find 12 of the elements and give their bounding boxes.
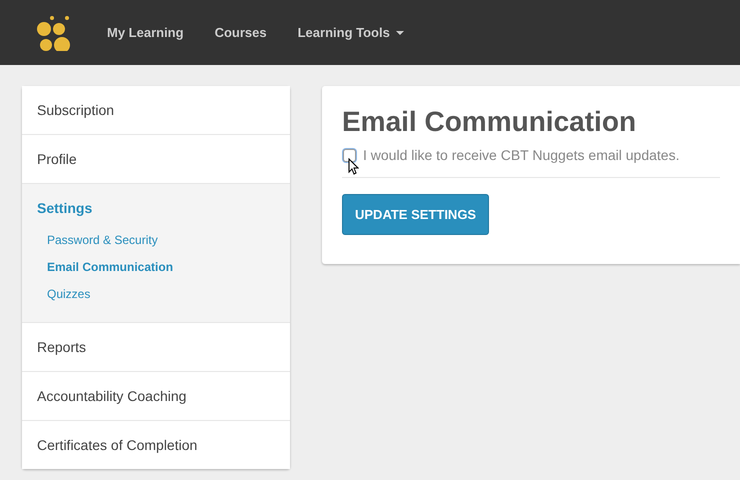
sidebar-item[interactable]: Certificates of Completion [22, 421, 290, 469]
sidebar-item[interactable]: Accountability Coaching [22, 372, 290, 420]
update-settings-button[interactable]: UPDATE SETTINGS [342, 194, 490, 235]
nav-link[interactable]: My Learning [107, 25, 184, 40]
sidebar-item[interactable]: Reports [22, 323, 290, 371]
sidebar-item[interactable]: Subscription [22, 86, 290, 134]
mouse-pointer-icon [348, 158, 359, 175]
sidebar-item[interactable]: Profile [22, 135, 290, 183]
nav-link[interactable]: Courses [214, 25, 267, 40]
checkbox-label: I would like to receive CBT Nuggets email updates. [363, 147, 680, 163]
panel-title: Email Communication [342, 106, 638, 138]
nav-link[interactable]: Learning Tools [298, 25, 404, 40]
